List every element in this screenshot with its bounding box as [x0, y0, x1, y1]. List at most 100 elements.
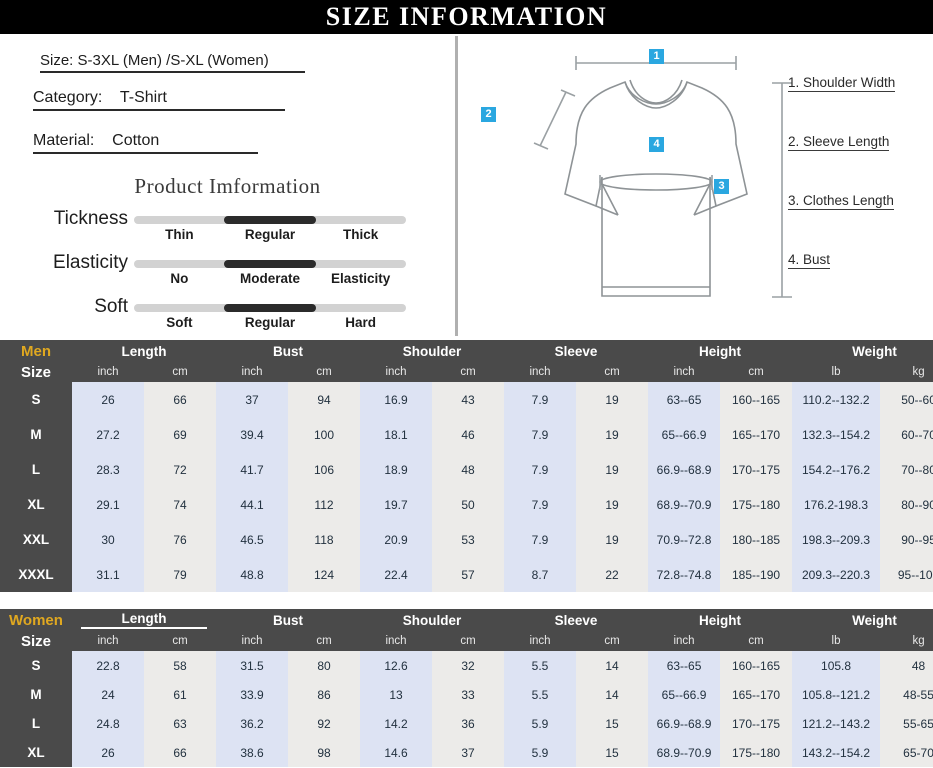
spec-material: Material: Cotton	[33, 132, 258, 154]
badge-1: 1	[649, 49, 664, 64]
table-cell: 63--65	[648, 382, 721, 417]
table-cell: 18.1	[360, 417, 432, 452]
slider-soft-label: Soft	[94, 296, 128, 317]
table-cell: 39.4	[216, 417, 288, 452]
table-cell: 7.9	[504, 417, 577, 452]
table-row: XXL 30 76 46.5 118 20.9 53 7.9 19 70.9--72.8 180--…	[0, 522, 933, 557]
table-cell: 19	[576, 522, 649, 557]
table-cell: 74	[144, 487, 216, 522]
table-cell: 37	[216, 382, 288, 417]
table-cell: 15	[576, 738, 649, 767]
legend-item-1: 1. Shoulder Width	[788, 75, 896, 92]
men-unit-8: inch	[648, 362, 721, 382]
table-cell: 22	[576, 557, 649, 592]
table-cell: 170--175	[720, 452, 793, 487]
table-cell: 90--95	[880, 522, 933, 557]
women-size-l: L	[0, 709, 72, 738]
length-underline	[80, 627, 208, 629]
table-cell: 22.4	[360, 557, 432, 592]
table-cell: 16.9	[360, 382, 432, 417]
table-cell: 76	[144, 522, 216, 557]
table-cell: 5.9	[504, 709, 577, 738]
table-cell: 50--60	[880, 382, 933, 417]
table-cell: 69	[144, 417, 216, 452]
tshirt-diagram	[533, 56, 792, 298]
women-group-label: Women	[0, 609, 72, 631]
women-unit-2: inch	[216, 631, 288, 651]
table-cell: 112	[288, 487, 360, 522]
table-cell: 7.9	[504, 382, 577, 417]
men-unit-0: inch	[72, 362, 144, 382]
table-cell: 110.2--132.2	[792, 382, 881, 417]
table-cell: 19	[576, 452, 649, 487]
table-cell: 118	[288, 522, 360, 557]
table-row: S 26 66 37 94 16.9 43 7.9 19 63--65 160--165 110.2-…	[0, 382, 933, 417]
table-cell: 124	[288, 557, 360, 592]
slider-soft-tick-1: Regular	[244, 315, 296, 330]
measurement-diagram-panel: 1 2 3 4 1. Shoulder Width 2. Sleeve Leng…	[458, 34, 933, 340]
table-cell: 29.1	[72, 487, 144, 522]
slider-thickness-tick-1: Regular	[244, 227, 296, 242]
table-cell: 31.5	[216, 651, 288, 680]
men-size-xl: XL	[0, 487, 72, 522]
women-unit-11: kg	[880, 631, 933, 651]
men-size-table: Men Length Bust Shoulder Sleeve Height Weight S…	[0, 340, 933, 592]
women-group-length: Length	[72, 609, 216, 631]
spec-category-value: T-Shirt	[119, 89, 167, 106]
table-cell: 32	[432, 651, 505, 680]
slider-thickness: Tickness Thin Regular Thick	[0, 208, 455, 242]
women-size-table: Women Length Bust Shoulder Sleeve Height Weigh…	[0, 609, 933, 767]
table-row: L 24.8 63 36.2 92 14.2 36 5.9 15 66.9--68.9 170--1…	[0, 709, 933, 738]
spec-size-label: Size:	[40, 52, 74, 69]
women-unit-9: cm	[720, 631, 793, 651]
table-cell: 66.9--68.9	[648, 452, 721, 487]
table-cell: 98	[288, 738, 360, 767]
table-cell: 20.9	[360, 522, 432, 557]
table-cell: 31.1	[72, 557, 144, 592]
table-cell: 7.9	[504, 487, 577, 522]
table-cell: 198.3--209.3	[792, 522, 881, 557]
table-cell: 5.9	[504, 738, 577, 767]
table-cell: 70.9--72.8	[648, 522, 721, 557]
table-cell: 154.2--176.2	[792, 452, 881, 487]
product-spec-panel: Size: S-3XL (Men) /S-XL (Women) Category…	[0, 34, 455, 340]
men-size-l: L	[0, 452, 72, 487]
table-cell: 48.8	[216, 557, 288, 592]
legend-item-2: 2. Sleeve Length	[788, 134, 890, 151]
slider-thickness-track[interactable]	[134, 216, 406, 224]
table-cell: 86	[288, 680, 360, 709]
table-cell: 68.9--70.9	[648, 487, 721, 522]
slider-soft-tick-2: Hard	[345, 315, 377, 330]
slider-thickness-label: Tickness	[53, 208, 128, 229]
men-unit-5: cm	[432, 362, 505, 382]
table-row: L 28.3 72 41.7 106 18.9 48 7.9 19 66.9--68.9 170--…	[0, 452, 933, 487]
table-cell: 170--175	[720, 709, 793, 738]
table-cell: 5.5	[504, 651, 577, 680]
slider-soft-fill	[224, 304, 316, 312]
table-cell: 175--180	[720, 738, 793, 767]
table-cell: 18.9	[360, 452, 432, 487]
legend-item-4: 4. Bust	[788, 252, 831, 269]
table-cell: 165--170	[720, 680, 793, 709]
badge-2: 2	[481, 107, 496, 122]
table-cell: 5.5	[504, 680, 577, 709]
spec-category-label: Category:	[33, 89, 103, 106]
women-header-groups: Women Length Bust Shoulder Sleeve Height Weigh…	[0, 609, 933, 631]
men-group-length: Length	[72, 340, 216, 362]
table-cell: 66.9--68.9	[648, 709, 721, 738]
table-row: S 22.8 58 31.5 80 12.6 32 5.5 14 63--65 160--165 10…	[0, 651, 933, 680]
table-cell: 80--90	[880, 487, 933, 522]
table-cell: 185--190	[720, 557, 793, 592]
slider-soft-track[interactable]	[134, 304, 406, 312]
legend-item-3: 3. Clothes Length	[788, 193, 894, 210]
slider-elasticity-track[interactable]	[134, 260, 406, 268]
table-cell: 143.2--154.2	[792, 738, 881, 767]
table-cell: 55-65	[880, 709, 933, 738]
men-unit-4: inch	[360, 362, 432, 382]
men-unit-1: cm	[144, 362, 216, 382]
table-cell: 65-70	[880, 738, 933, 767]
table-cell: 92	[288, 709, 360, 738]
table-cell: 180--185	[720, 522, 793, 557]
table-cell: 14	[576, 651, 649, 680]
table-cell: 13	[360, 680, 432, 709]
